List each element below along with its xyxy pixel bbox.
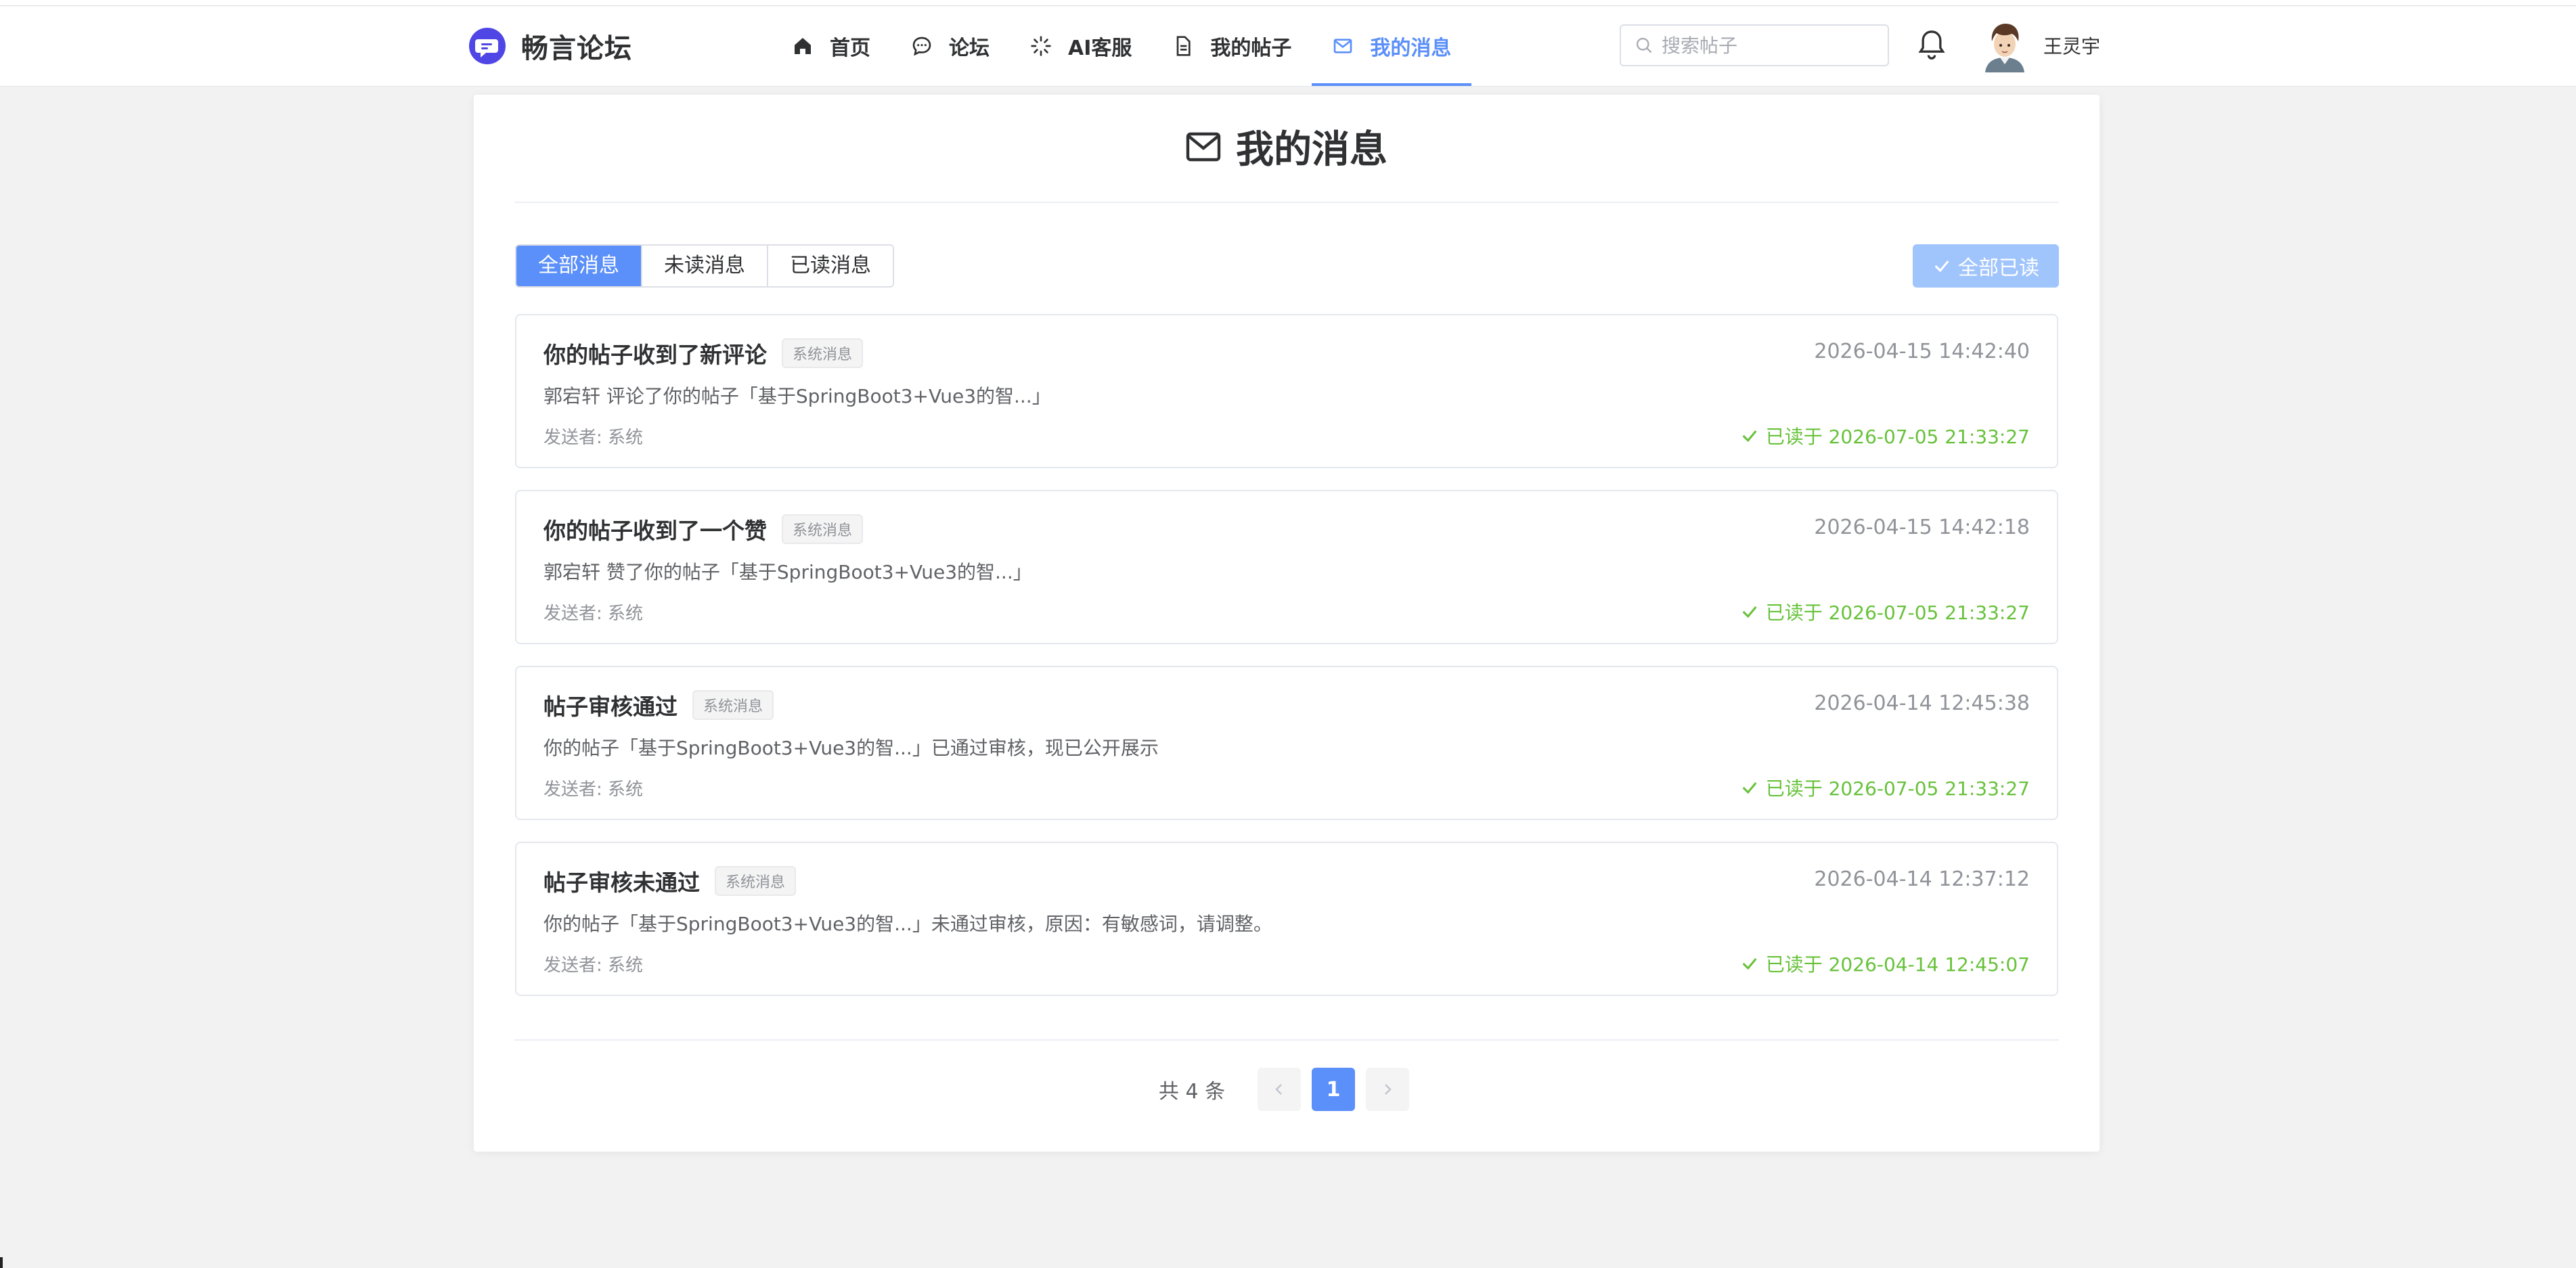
pagination-divider bbox=[514, 1039, 2059, 1041]
tab-unread-messages[interactable]: 未读消息 bbox=[641, 246, 767, 286]
message-time: 2026-04-15 14:42:40 bbox=[1814, 340, 2030, 363]
nav-item-home[interactable]: 首页 bbox=[772, 6, 891, 86]
message-item[interactable]: 帖子审核通过 系统消息 2026-04-14 12:45:38 你的帖子「基于S… bbox=[515, 666, 2058, 820]
message-sender: 发送者: 系统 bbox=[543, 779, 644, 800]
search-icon bbox=[1636, 37, 1652, 53]
check-icon bbox=[1742, 606, 1757, 618]
window-top-strip bbox=[0, 0, 2576, 6]
message-type-badge: 系统消息 bbox=[715, 866, 797, 896]
message-read-status: 已读于 2026-04-14 12:45:07 bbox=[1740, 950, 2030, 977]
message-header: 你的帖子收到了新评论 系统消息 bbox=[543, 337, 864, 369]
message-read-status: 已读于 2026-07-05 21:33:27 bbox=[1740, 598, 2030, 625]
message-title: 帖子审核未通过 bbox=[543, 869, 700, 896]
message-time: 2026-04-14 12:37:12 bbox=[1814, 867, 2030, 891]
mark-all-read-label: 全部已读 bbox=[1958, 256, 2039, 280]
message-type-badge: 系统消息 bbox=[782, 338, 864, 368]
nav-item-my-posts[interactable]: 我的帖子 bbox=[1152, 6, 1312, 86]
tab-all-messages[interactable]: 全部消息 bbox=[516, 246, 641, 286]
prev-page-button[interactable] bbox=[1258, 1068, 1302, 1111]
message-sender: 发送者: 系统 bbox=[543, 604, 644, 624]
message-content: 郭宕轩 评论了你的帖子「基于SpringBoot3+Vue3的智...」 bbox=[543, 385, 1051, 407]
mail-icon bbox=[1334, 39, 1352, 53]
page-title-text: 我的消息 bbox=[1236, 128, 1387, 172]
mark-all-read-button[interactable]: 全部已读 bbox=[1913, 244, 2059, 288]
spinner-icon bbox=[1031, 36, 1051, 56]
message-type-badge: 系统消息 bbox=[692, 690, 774, 720]
message-type-badge: 系统消息 bbox=[782, 514, 864, 544]
main-nav: 首页 论坛 AI客服 我的帖子 我的消息 bbox=[772, 6, 1472, 86]
mail-icon bbox=[1186, 132, 1221, 161]
message-item[interactable]: 帖子审核未通过 系统消息 2026-04-14 12:37:12 你的帖子「基于… bbox=[515, 842, 2058, 996]
page-number-button[interactable]: 1 bbox=[1312, 1068, 1356, 1111]
title-divider bbox=[514, 202, 2059, 203]
app-name: 畅言论坛 bbox=[521, 33, 632, 64]
message-item[interactable]: 你的帖子收到了一个赞 系统消息 2026-04-15 14:42:18 郭宕轩 … bbox=[515, 490, 2058, 644]
read-status-text: 已读于 2026-07-05 21:33:27 bbox=[1765, 777, 2030, 800]
nav-item-ai-service[interactable]: AI客服 bbox=[1010, 6, 1152, 86]
read-status-text: 已读于 2026-07-05 21:33:27 bbox=[1765, 602, 2030, 624]
brand[interactable]: 畅言论坛 bbox=[468, 26, 632, 66]
avatar bbox=[1980, 18, 2030, 72]
message-title: 帖子审核通过 bbox=[543, 694, 678, 720]
nav-item-label: 论坛 bbox=[949, 37, 990, 60]
check-icon bbox=[1742, 430, 1757, 443]
user-name: 王灵宇 bbox=[2043, 35, 2101, 58]
nav-item-label: 首页 bbox=[830, 37, 870, 60]
read-status-text: 已读于 2026-07-05 21:33:27 bbox=[1765, 426, 2030, 448]
message-list: 你的帖子收到了新评论 系统消息 2026-04-15 14:42:40 郭宕轩 … bbox=[515, 314, 2058, 1018]
nav-item-label: 我的帖子 bbox=[1210, 37, 1292, 60]
user-menu[interactable]: 王灵宇 bbox=[1980, 18, 2100, 72]
document-icon bbox=[1177, 36, 1191, 56]
message-item[interactable]: 你的帖子收到了新评论 系统消息 2026-04-15 14:42:40 郭宕轩 … bbox=[515, 314, 2058, 468]
top-header: 畅言论坛 首页 论坛 AI客服 我的帖子 我的消息 搜索帖子 王灵宇 bbox=[0, 6, 2576, 87]
message-read-status: 已读于 2026-07-05 21:33:27 bbox=[1740, 774, 2030, 801]
nav-item-forum[interactable]: 论坛 bbox=[891, 6, 1010, 86]
window-corner bbox=[0, 1257, 3, 1268]
message-header: 帖子审核未通过 系统消息 bbox=[543, 865, 797, 897]
message-sender: 发送者: 系统 bbox=[543, 955, 644, 976]
chevron-right-icon bbox=[1385, 1084, 1392, 1095]
read-status-text: 已读于 2026-04-14 12:45:07 bbox=[1765, 953, 2030, 976]
forum-logo-icon bbox=[469, 28, 506, 64]
pagination-total: 共 4 条 bbox=[1158, 1080, 1226, 1104]
bell-icon[interactable] bbox=[1917, 29, 1947, 62]
chevron-left-icon bbox=[1275, 1084, 1282, 1095]
nav-item-label: AI客服 bbox=[1068, 37, 1132, 60]
nav-item-my-messages[interactable]: 我的消息 bbox=[1312, 6, 1472, 86]
check-icon bbox=[1742, 782, 1757, 794]
search-input[interactable] bbox=[1660, 33, 1866, 58]
message-title: 你的帖子收到了新评论 bbox=[543, 342, 767, 368]
message-content: 你的帖子「基于SpringBoot3+Vue3的智...」已通过审核，现已公开展… bbox=[543, 737, 1159, 759]
message-time: 2026-04-14 12:45:38 bbox=[1814, 692, 2030, 715]
message-sender: 发送者: 系统 bbox=[543, 428, 644, 448]
chat-bubble-icon bbox=[912, 37, 931, 56]
message-filter-tabs: 全部消息 未读消息 已读消息 bbox=[515, 244, 894, 288]
next-page-button[interactable] bbox=[1366, 1068, 1410, 1111]
nav-item-label: 我的消息 bbox=[1370, 37, 1452, 60]
message-content: 你的帖子「基于SpringBoot3+Vue3的智...」未通过审核，原因：有敏… bbox=[543, 913, 1272, 935]
check-icon bbox=[1934, 261, 1949, 273]
message-time: 2026-04-15 14:42:18 bbox=[1814, 516, 2030, 539]
message-header: 你的帖子收到了一个赞 系统消息 bbox=[543, 513, 864, 545]
message-title: 你的帖子收到了一个赞 bbox=[543, 518, 767, 544]
check-icon bbox=[1742, 958, 1757, 970]
page-title: 我的消息 bbox=[474, 119, 2100, 174]
pagination: 共 4 条 1 bbox=[474, 1068, 2100, 1111]
home-icon bbox=[795, 38, 811, 54]
message-content: 郭宕轩 赞了你的帖子「基于SpringBoot3+Vue3的智...」 bbox=[543, 561, 1032, 583]
message-read-status: 已读于 2026-07-05 21:33:27 bbox=[1740, 422, 2030, 449]
message-header: 帖子审核通过 系统消息 bbox=[543, 689, 774, 721]
tab-read-messages[interactable]: 已读消息 bbox=[767, 246, 893, 286]
search-box[interactable] bbox=[1620, 24, 1889, 66]
messages-card: 我的消息 全部消息 未读消息 已读消息 全部已读 你的帖子收到了新评论 系统消息… bbox=[474, 95, 2100, 1152]
